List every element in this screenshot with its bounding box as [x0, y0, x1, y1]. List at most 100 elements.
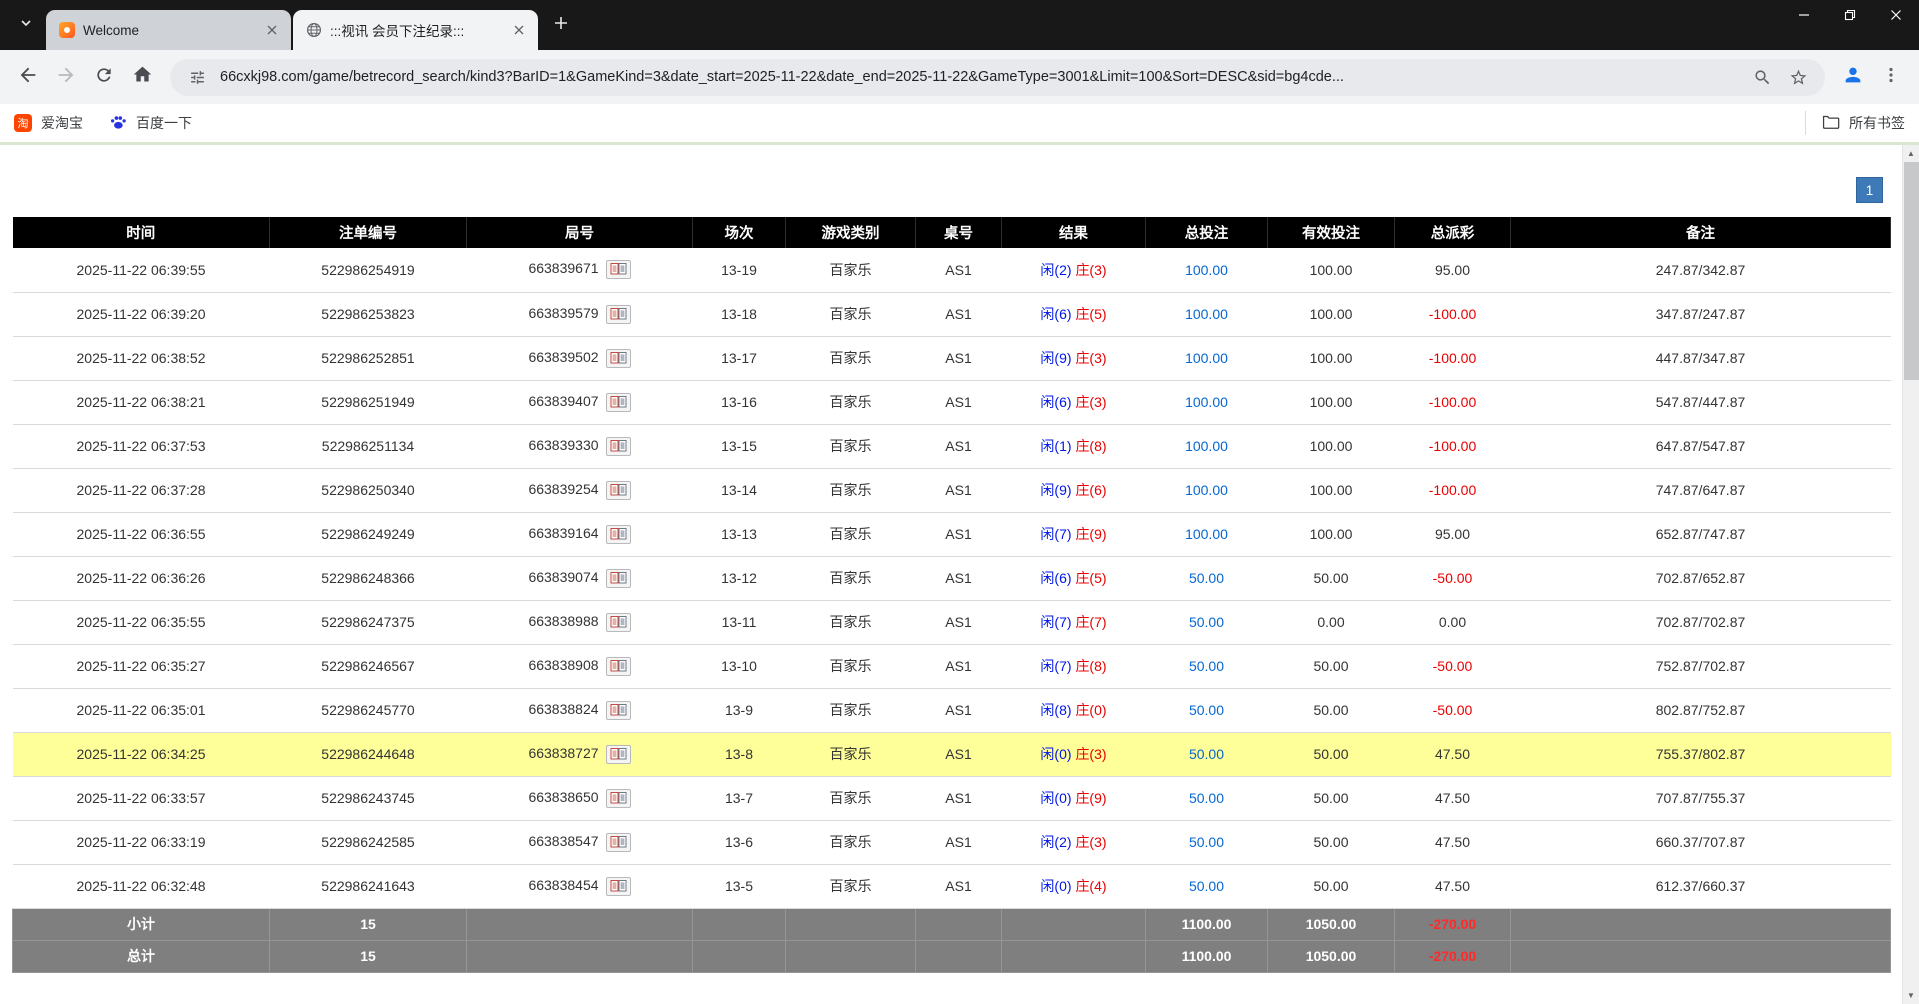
payout: -100.00	[1395, 336, 1511, 380]
total-bet[interactable]: 50.00	[1146, 556, 1268, 600]
vertical-scrollbar[interactable]: ▲ ▼	[1902, 145, 1919, 1004]
result-cards-icon[interactable]	[606, 260, 631, 279]
tab-bet-record[interactable]: :::视讯 会员下注纪录:::	[293, 10, 538, 50]
session: 13-15	[693, 424, 786, 468]
scroll-up-icon[interactable]: ▲	[1903, 145, 1919, 162]
back-button[interactable]	[10, 59, 46, 95]
url-text: 66cxkj98.com/game/betrecord_search/kind3…	[220, 69, 1739, 85]
total-bet[interactable]: 50.00	[1146, 644, 1268, 688]
bookmark-label: 百度一下	[136, 113, 192, 133]
site-info-icon[interactable]	[184, 64, 210, 90]
total-bet[interactable]: 100.00	[1146, 424, 1268, 468]
bet-id: 522986241643	[270, 864, 467, 908]
reload-button[interactable]	[86, 59, 122, 95]
browser-toolbar: 66cxkj98.com/game/betrecord_search/kind3…	[0, 50, 1919, 104]
total-bet[interactable]: 50.00	[1146, 688, 1268, 732]
all-bookmarks-label: 所有书签	[1849, 113, 1905, 133]
total-bet[interactable]: 100.00	[1146, 292, 1268, 336]
result-cards-icon[interactable]	[606, 437, 631, 456]
payout: -100.00	[1395, 292, 1511, 336]
zoom-icon[interactable]	[1749, 64, 1775, 90]
profile-avatar-button[interactable]	[1835, 59, 1871, 95]
tab-welcome[interactable]: Welcome	[46, 10, 291, 50]
game-type: 百家乐	[786, 732, 916, 776]
total-bet[interactable]: 100.00	[1146, 512, 1268, 556]
tab-search-button[interactable]	[10, 9, 42, 41]
table-row: 2025-11-22 06:39:20522986253823663839579…	[13, 292, 1891, 336]
new-tab-button[interactable]	[546, 10, 576, 40]
result-cards-icon[interactable]	[606, 481, 631, 500]
payout: 47.50	[1395, 820, 1511, 864]
table-row: 2025-11-22 06:37:28522986250340663839254…	[13, 468, 1891, 512]
close-icon	[1890, 8, 1902, 26]
total-bet[interactable]: 100.00	[1146, 336, 1268, 380]
restore-button[interactable]	[1827, 0, 1873, 34]
page-number-button[interactable]: 1	[1856, 177, 1883, 203]
bookmark-taobao[interactable]: 淘 爱淘宝	[14, 113, 83, 133]
result: 闲(0) 庄(3)	[1002, 732, 1146, 776]
result-cards-icon[interactable]	[606, 305, 631, 324]
result-cards-icon[interactable]	[606, 657, 631, 676]
result-cards-icon[interactable]	[606, 833, 631, 852]
session: 13-18	[693, 292, 786, 336]
table-number: AS1	[916, 336, 1002, 380]
total-bet[interactable]: 50.00	[1146, 864, 1268, 908]
result-cards-icon[interactable]	[606, 393, 631, 412]
total-bet[interactable]: 100.00	[1146, 468, 1268, 512]
session: 13-8	[693, 732, 786, 776]
result-cards-icon[interactable]	[606, 789, 631, 808]
payout: 95.00	[1395, 512, 1511, 556]
baidu-paw-icon	[109, 114, 127, 133]
total-bet[interactable]: 50.00	[1146, 600, 1268, 644]
bet-time: 2025-11-22 06:35:01	[13, 688, 270, 732]
valid-bet: 50.00	[1268, 556, 1395, 600]
game-type: 百家乐	[786, 424, 916, 468]
game-type: 百家乐	[786, 820, 916, 864]
column-header: 有效投注	[1268, 217, 1395, 248]
subtotal-row-cell	[916, 908, 1002, 940]
tab-close-icon[interactable]	[510, 21, 528, 39]
valid-bet: 100.00	[1268, 424, 1395, 468]
result-cards-icon[interactable]	[606, 569, 631, 588]
result: 闲(0) 庄(4)	[1002, 864, 1146, 908]
grand-total-row-cell: 15	[270, 940, 467, 972]
result-cards-icon[interactable]	[606, 525, 631, 544]
close-button[interactable]	[1873, 0, 1919, 34]
home-icon	[132, 64, 153, 90]
result-cards-icon[interactable]	[606, 745, 631, 764]
result-cards-icon[interactable]	[606, 701, 631, 720]
round-number: 663838547	[467, 820, 693, 864]
valid-bet: 100.00	[1268, 468, 1395, 512]
bookmark-baidu[interactable]: 百度一下	[109, 113, 192, 133]
bet-id: 522986247375	[270, 600, 467, 644]
result-cards-icon[interactable]	[606, 613, 631, 632]
table-footer: 小计151100.001050.00-270.00总计151100.001050…	[13, 908, 1891, 972]
address-bar[interactable]: 66cxkj98.com/game/betrecord_search/kind3…	[170, 59, 1825, 96]
result-cards-icon[interactable]	[606, 349, 631, 368]
column-header: 总派彩	[1395, 217, 1511, 248]
forward-button[interactable]	[48, 59, 84, 95]
total-bet[interactable]: 50.00	[1146, 820, 1268, 864]
browser-menu-button[interactable]	[1873, 59, 1909, 95]
bookmark-star-icon[interactable]	[1785, 64, 1811, 90]
scrollbar-thumb[interactable]	[1904, 162, 1919, 380]
scroll-down-icon[interactable]: ▼	[1903, 987, 1919, 1004]
all-bookmarks-button[interactable]: 所有书签	[1805, 111, 1905, 135]
welcome-favicon-icon	[58, 22, 75, 39]
home-button[interactable]	[124, 59, 160, 95]
bet-id: 522986251134	[270, 424, 467, 468]
valid-bet: 0.00	[1268, 600, 1395, 644]
bet-time: 2025-11-22 06:36:26	[13, 556, 270, 600]
column-header: 结果	[1002, 217, 1146, 248]
note: 702.87/652.87	[1511, 556, 1891, 600]
total-bet[interactable]: 100.00	[1146, 248, 1268, 292]
tab-close-icon[interactable]	[263, 21, 281, 39]
game-type: 百家乐	[786, 688, 916, 732]
total-bet[interactable]: 100.00	[1146, 380, 1268, 424]
total-bet[interactable]: 50.00	[1146, 776, 1268, 820]
bet-id: 522986243745	[270, 776, 467, 820]
note: 802.87/752.87	[1511, 688, 1891, 732]
result-cards-icon[interactable]	[606, 877, 631, 896]
total-bet[interactable]: 50.00	[1146, 732, 1268, 776]
minimize-button[interactable]	[1781, 0, 1827, 34]
